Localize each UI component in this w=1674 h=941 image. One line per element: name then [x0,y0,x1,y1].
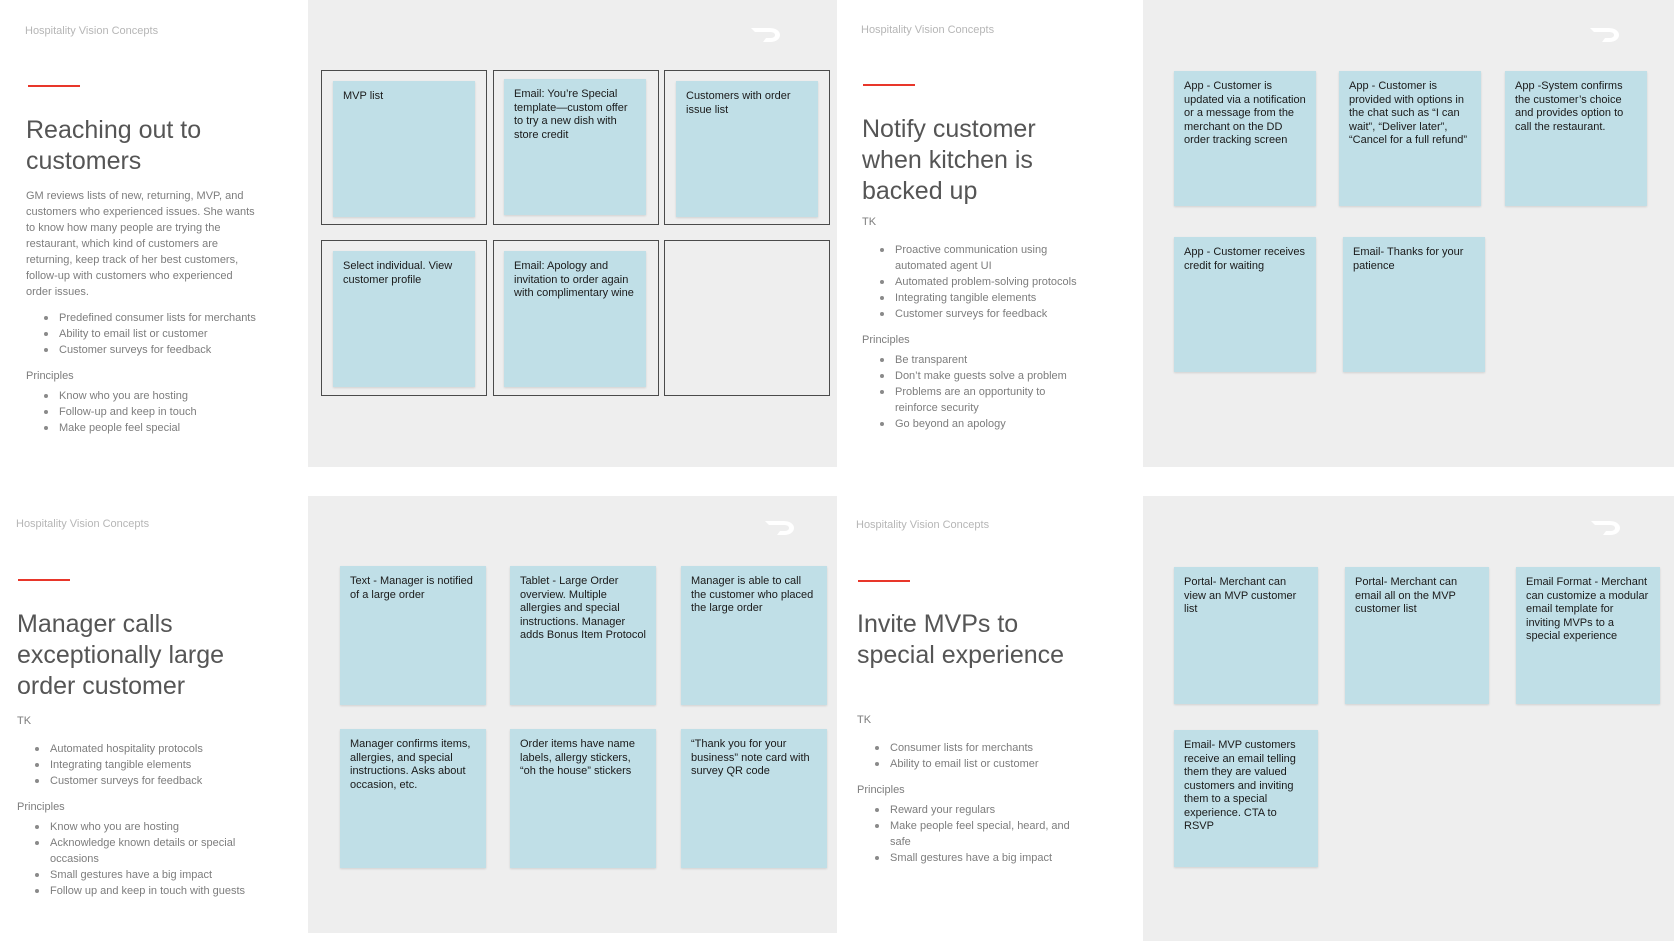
sticky-note: Customers with order issue list [676,81,818,217]
feature-item: Automated problem-solving protocols [880,274,1112,290]
slide-body: TK Proactive communication using automat… [862,214,1112,442]
doordash-logo-icon [765,521,794,535]
feature-item: Customer surveys for feedback [880,306,1112,322]
slide-header: Hospitality Vision Concepts [861,24,995,36]
feature-list: Consumer lists for merchants Ability to … [857,740,1117,772]
principle-item: Small gestures have a big impact [35,867,277,883]
principle-item: Reward your regulars [875,802,1117,818]
accent-bar [863,84,915,86]
slide-header: Hospitality Vision Concepts [25,25,159,37]
sticky-note: Portal- Merchant can email all on the MV… [1345,567,1489,704]
feature-item: Ability to email list or customer [875,756,1117,772]
sticky-note: Order items have name labels, allergy st… [510,729,656,868]
feature-item: Predefined consumer lists for merchants [44,310,261,326]
principles-list: Be transparent Don’t make guests solve a… [862,352,1112,432]
slide-text-panel: Hospitality Vision Concepts Invite MVPs … [837,496,1143,941]
accent-bar [18,579,70,581]
principle-item: Go beyond an apology [880,416,1112,432]
sticky-note: App - Customer receives credit for waiti… [1174,237,1316,372]
feature-list: Proactive communication using automated … [862,242,1112,322]
tk-label: TK [857,714,872,726]
slide-title: Notify customer when kitchen is backed u… [862,115,1036,205]
accent-bar [28,85,80,87]
principle-item: Follow up and keep in touch with guests [35,883,277,899]
slide-invite-mvps: Hospitality Vision Concepts Invite MVPs … [837,496,1674,941]
principles-label: Principles [17,801,65,813]
sticky-note: Manager is able to call the customer who… [681,566,827,705]
feature-item: Automated hospitality protocols [35,741,277,757]
sticky-note: Text - Manager is notified of a large or… [340,566,486,705]
page-number: 33 [1599,466,1611,467]
sticky-note: Email Format - Merchant can customize a … [1516,567,1660,704]
slide-canvas: App - Customer is updated via a notifica… [1143,0,1674,467]
principle-item: Problems are an opportunity to reinforce… [880,384,1065,416]
slide-reaching-out: Hospitality Vision Concepts Reaching out… [0,0,837,467]
sticky-note: Email- Thanks for your patience [1343,237,1485,372]
accent-bar [858,580,910,582]
feature-list: Predefined consumer lists for merchants … [26,310,261,358]
slide-text-panel: Hospitality Vision Concepts Manager call… [0,496,308,941]
feature-item: Customer surveys for feedback [35,773,277,789]
sticky-note: App - Customer is provided with options … [1339,71,1481,206]
feature-item: Ability to email list or customer [44,326,261,342]
sticky-note: “Thank you for your business” note card … [681,729,827,868]
sticky-note: MVP list [333,81,475,217]
principles-list: Know who you are hosting Follow-up and k… [26,388,261,436]
principles-label: Principles [862,334,910,346]
doordash-logo-icon [751,28,780,42]
principles-label: Principles [26,370,74,382]
sticky-note: Tablet - Large Order overview. Multiple … [510,566,656,705]
slide-title: Reaching out to customers [26,116,202,175]
slide-large-order: Hospitality Vision Concepts Manager call… [0,496,837,941]
slide-body: TK Consumer lists for merchants Ability … [857,712,1117,876]
sticky-note: Portal- Merchant can view an MVP custome… [1174,567,1318,704]
slide-canvas: Portal- Merchant can view an MVP custome… [1143,496,1674,941]
feature-item: Integrating tangible elements [35,757,277,773]
slide-title: Manager calls exceptionally large order … [17,610,225,700]
principle-item: Make people feel special [44,420,261,436]
doordash-logo-icon [1590,28,1619,42]
tk-label: TK [862,216,877,228]
doordash-logo-icon [1591,521,1620,535]
sticky-note: App - Customer is updated via a notifica… [1174,71,1316,206]
slide-canvas: Text - Manager is notified of a large or… [308,496,837,933]
slide-canvas: MVP list Email: You’re Special template—… [308,0,837,467]
slide-header: Hospitality Vision Concepts [856,519,990,531]
principle-item: Make people feel special, heard, and saf… [875,818,1090,850]
sticky-note: App -System confirms the customer’s choi… [1505,71,1647,206]
slide-notify-customer: Hospitality Vision Concepts Notify custo… [837,0,1674,467]
principle-item: Don’t make guests solve a problem [880,368,1112,384]
slide-body: GM reviews lists of new, returning, MVP,… [26,188,261,446]
principle-item: Be transparent [880,352,1112,368]
principle-item: Know who you are hosting [44,388,261,404]
feature-item: Integrating tangible elements [880,290,1112,306]
slide-title: Invite MVPs to special experience [857,610,1065,669]
sticky-note: Manager confirms items, allergies, and s… [340,729,486,868]
feature-list: Automated hospitality protocols Integrat… [17,741,277,789]
principle-item: Small gestures have a big impact [875,850,1117,866]
principles-label: Principles [857,784,905,796]
tk-label: TK [17,715,32,727]
sticky-note: Select individual. View customer profile [333,251,475,387]
slide-body: TK Automated hospitality protocols Integ… [17,713,277,909]
principle-item: Know who you are hosting [35,819,277,835]
slide-text-panel: Hospitality Vision Concepts Reaching out… [0,0,308,467]
principles-list: Know who you are hosting Acknowledge kno… [17,819,277,899]
principle-item: Follow-up and keep in touch [44,404,261,420]
sticky-note: Email: Apology and invitation to order a… [504,251,646,387]
slide-header: Hospitality Vision Concepts [16,518,150,530]
feature-item: Customer surveys for feedback [44,342,261,358]
wireframe-box [664,240,830,396]
feature-item: Proactive communication using automated … [880,242,1065,274]
sticky-note: Email- MVP customers receive an email te… [1174,730,1318,867]
page-number: 28 [754,466,766,467]
slide-text-panel: Hospitality Vision Concepts Notify custo… [837,0,1143,467]
principle-item: Acknowledge known details or special occ… [35,835,250,867]
sticky-note: Email: You’re Special template—custom of… [504,79,646,215]
feature-item: Consumer lists for merchants [875,740,1117,756]
description: GM reviews lists of new, returning, MVP,… [26,190,255,298]
principles-list: Reward your regulars Make people feel sp… [857,802,1117,866]
